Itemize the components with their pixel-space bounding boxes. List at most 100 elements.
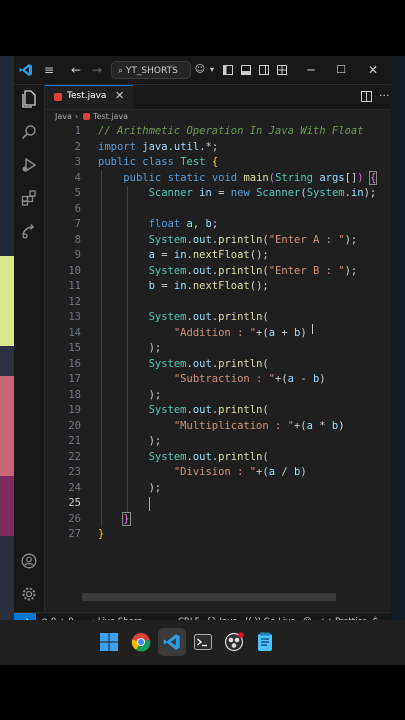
text-cursor	[149, 497, 150, 511]
line-number: 13	[68, 311, 81, 323]
obs-recording-icon[interactable]	[220, 628, 248, 656]
line-number: 27	[68, 528, 81, 540]
line-number: 2	[74, 140, 81, 153]
code-line-22: System.out.println(	[148, 450, 269, 463]
line-number: 22	[68, 450, 81, 463]
code-line-23: "Division : "+(a / b)	[173, 466, 307, 478]
breadcrumb-file[interactable]: Test.java	[93, 110, 128, 124]
breadcrumb-folder[interactable]: Java	[55, 110, 72, 124]
left-edge-strip	[0, 476, 14, 536]
line-number: 11	[68, 280, 81, 292]
java-file-icon	[83, 113, 90, 120]
chevron-down-icon[interactable]: ▾	[207, 61, 217, 79]
vscode-taskbar-icon[interactable]	[158, 628, 186, 656]
line-number: 26	[68, 512, 81, 525]
line-number: 9	[74, 249, 81, 261]
code-line-1: // Arithmetic Operation In Java With Flo…	[98, 125, 364, 137]
java-file-icon	[54, 93, 62, 101]
code-line-2: import java.util.*;	[98, 140, 219, 153]
line-number: 5	[74, 187, 81, 199]
line-number: 19	[68, 404, 81, 416]
left-edge-strip	[0, 256, 14, 346]
layout-secondary-sidebar-icon[interactable]	[256, 61, 272, 79]
chrome-icon[interactable]	[127, 628, 155, 656]
command-center-search[interactable]: ⌕ YT_SHORTS	[111, 61, 191, 79]
line-number: 7	[74, 218, 81, 230]
tab-test-java[interactable]: Test.java ✕	[45, 85, 133, 109]
search-text: YT_SHORTS	[125, 66, 178, 76]
left-edge-strip	[0, 346, 14, 376]
line-number: 12	[68, 295, 81, 308]
explorer-icon[interactable]	[19, 89, 39, 109]
line-number: 21	[68, 435, 81, 447]
code-line-9: a = in.nextFloat();	[148, 249, 269, 261]
line-number: 25	[68, 497, 81, 509]
maximize-button[interactable]: ☐	[330, 61, 352, 79]
remote-explorer-icon[interactable]	[19, 221, 39, 241]
line-number: 1	[74, 125, 81, 137]
line-number: 8	[74, 233, 81, 246]
code-line-8: System.out.println("Enter A : ");	[148, 233, 358, 246]
extensions-icon[interactable]	[19, 188, 39, 208]
line-number: 24	[68, 481, 81, 494]
split-editor-icon[interactable]	[361, 89, 372, 105]
code-line-13: System.out.println(	[148, 311, 269, 323]
minimize-button[interactable]: ─	[300, 61, 322, 79]
customize-layout-icon[interactable]	[274, 61, 290, 79]
right-edge-strip	[391, 56, 405, 636]
line-number: 3	[74, 156, 81, 168]
code-line-18: );	[98, 388, 162, 401]
title-bar: ≡ ← → ⌕ YT_SHORTS ☺ ▾ ─ ☐ ✕	[14, 56, 391, 85]
code-line-14: "Addition : "+(a + b)	[173, 326, 307, 339]
windows-start-icon[interactable]	[95, 628, 123, 656]
notepad-icon[interactable]	[251, 628, 279, 656]
code-line-19: System.out.println(	[148, 404, 269, 416]
line-number: 18	[68, 388, 81, 401]
arrow-left-icon[interactable]: ←	[67, 61, 85, 79]
layout-sidebar-icon[interactable]	[220, 61, 236, 79]
terminal-icon[interactable]	[189, 628, 217, 656]
search-icon: ⌕	[118, 66, 124, 76]
code-line-27: }	[98, 528, 105, 540]
code-line-11: b = in.nextFloat();	[148, 280, 269, 292]
close-icon[interactable]: ✕	[115, 89, 124, 102]
copilot-icon[interactable]: ☺	[192, 61, 208, 79]
breadcrumb: Java › Test.java	[45, 110, 391, 124]
line-number: 10	[68, 264, 81, 277]
account-icon[interactable]	[19, 551, 39, 571]
windows-taskbar	[0, 620, 405, 665]
arrow-right-icon[interactable]: →	[88, 61, 106, 79]
layout-panel-icon[interactable]	[238, 61, 254, 79]
line-number: 15	[68, 342, 81, 354]
code-editor[interactable]: 1 2 3 4 5 6 7 8 9 10 11 12 13 14 15 16 1…	[45, 124, 391, 599]
line-number: 6	[74, 202, 81, 215]
code-line-4: public static void main(String args[]) {	[123, 170, 378, 185]
line-number: 4	[74, 171, 81, 184]
mouse-ibeam	[312, 324, 313, 334]
left-edge-strip	[0, 56, 14, 256]
search-icon[interactable]	[19, 122, 39, 142]
line-number: 14	[68, 326, 81, 339]
line-number: 16	[68, 357, 81, 370]
vscode-logo-icon	[18, 61, 34, 79]
code-line-24: );	[98, 481, 162, 494]
code-line-26: }	[122, 511, 131, 526]
vscode-window: ≡ ← → ⌕ YT_SHORTS ☺ ▾ ─ ☐ ✕ Test.java ✕ …	[14, 56, 391, 632]
line-number: 20	[68, 419, 81, 432]
horizontal-scrollbar[interactable]	[82, 593, 336, 601]
hamburger-icon[interactable]: ≡	[40, 61, 58, 79]
line-number: 17	[68, 373, 81, 385]
close-button[interactable]: ✕	[362, 61, 384, 79]
gear-icon[interactable]	[19, 584, 39, 604]
chevron-right-icon: ›	[75, 112, 79, 121]
activity-bar	[14, 85, 45, 612]
left-edge-strip	[0, 376, 14, 476]
code-line-15: );	[98, 342, 162, 354]
code-line-20: "Multiplication : "+(a * b)	[173, 419, 345, 432]
more-actions-icon[interactable]: ···	[379, 89, 390, 102]
line-number: 23	[68, 466, 81, 478]
run-debug-icon[interactable]	[19, 155, 39, 175]
